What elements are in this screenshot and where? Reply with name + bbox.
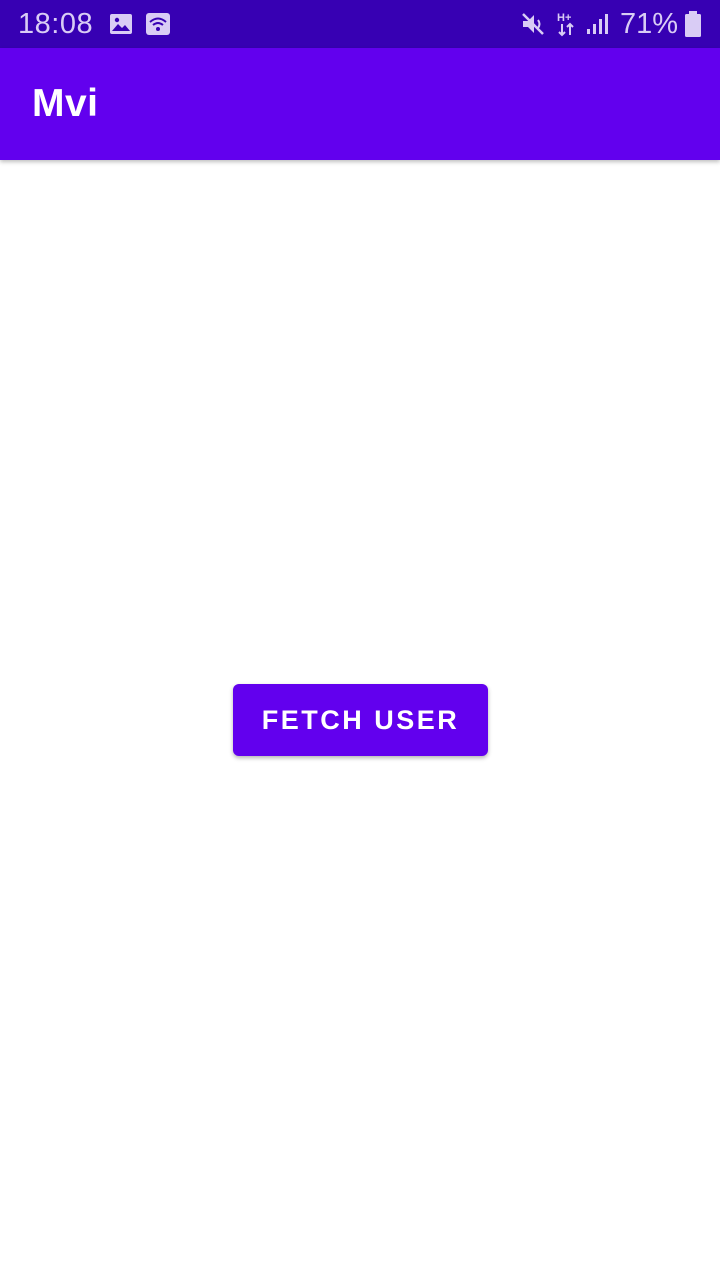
network-type-icon: H+	[556, 10, 576, 38]
wifi-hotspot-icon	[145, 12, 171, 36]
app-bar: Mvi	[0, 48, 720, 160]
fetch-user-button[interactable]: FETCH USER	[233, 684, 488, 756]
app-title: Mvi	[32, 82, 99, 125]
network-type-label: H+	[557, 12, 571, 24]
status-time: 18:08	[18, 7, 94, 40]
mute-icon	[520, 11, 546, 37]
signal-icon	[586, 13, 610, 35]
status-bar: 18:08 H+ 71%	[0, 0, 720, 48]
main-content: FETCH USER	[0, 160, 720, 1280]
status-right: H+ 71%	[520, 8, 702, 41]
screen: 18:08 H+ 71% Mvi FETCH USER	[0, 0, 720, 1280]
battery-icon	[684, 10, 702, 38]
status-left: 18:08	[18, 8, 183, 41]
image-icon	[109, 13, 133, 35]
battery-percent: 71%	[619, 7, 678, 40]
